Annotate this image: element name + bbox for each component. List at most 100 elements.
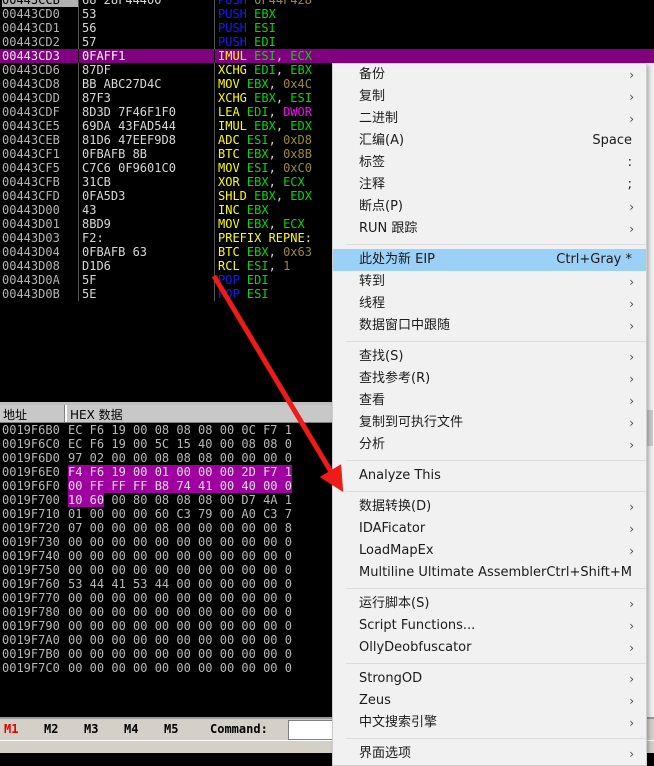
memory-address: 0019F760 [2, 577, 60, 591]
memory-bytes: 97 02 00 00 08 08 08 00 00 00 0 [68, 451, 292, 465]
disasm-token: EDI [246, 273, 269, 287]
menu-item-[interactable]: 备份 › [333, 64, 646, 86]
disasm-mnemonic: XOR EBX, ECX [218, 175, 305, 189]
chevron-right-icon: › [629, 297, 634, 311]
disasm-token: ECX [283, 217, 305, 231]
menu-item-[interactable]: 二进制 › [333, 108, 646, 130]
memory-bytes: 00 00 00 00 00 00 00 00 00 00 0 [68, 633, 292, 647]
column-divider [78, 7, 79, 21]
menu-item-multiline-ultimate-assembler[interactable]: Multiline Ultimate Assembler Ctrl+Shift+M [333, 562, 646, 584]
column-divider [78, 77, 79, 91]
disasm-row[interactable]: 00443CD2 57 PUSH EDI [0, 35, 654, 49]
memory-address: 0019F770 [2, 591, 60, 605]
disasm-mnemonic: RCL ESI, 1 [218, 259, 290, 273]
menu-item-[interactable]: 数据窗口中跟随 › [333, 315, 646, 337]
disasm-mnemonic: PREFIX REPNE: [218, 231, 312, 245]
memory-tab-m3[interactable]: M3 [84, 722, 98, 736]
disasm-token [240, 259, 247, 273]
menu-item-[interactable]: 界面选项 › [333, 743, 646, 765]
chevron-right-icon: › [629, 747, 634, 761]
menu-item-[interactable]: 标签: [333, 152, 646, 174]
disasm-token: EBX [254, 91, 276, 105]
menu-item-analyze-this[interactable]: Analyze This [333, 465, 646, 487]
disasm-mnemonic: MOV EBX, 0x4C [218, 77, 312, 91]
menu-item-[interactable]: 注释; [333, 174, 646, 196]
memory-bytes-selected: 10 60 [68, 493, 105, 507]
menu-item-label: OllyDeobfuscator [359, 640, 472, 655]
memory-address: 0019F710 [2, 507, 60, 521]
menu-item-s[interactable]: 运行脚本(S) › [333, 593, 646, 615]
menu-item-p[interactable]: 断点(P) › [333, 196, 646, 218]
menu-item-label: Multiline Ultimate Assembler [359, 565, 547, 580]
menu-item-s[interactable]: 查找(S) › [333, 346, 646, 368]
menu-item-d[interactable]: 数据转换(D) › [333, 496, 646, 518]
disasm-address: 00443D08 [2, 259, 60, 273]
memory-tab-m4[interactable]: M4 [124, 722, 138, 736]
menu-item-[interactable]: 查看 › [333, 390, 646, 412]
memory-address: 0019F6F0 [2, 479, 60, 493]
disasm-mnemonic: POP ESI [218, 287, 269, 301]
disasm-mnemonic: IMUL EBX, EDX [218, 119, 312, 133]
disasm-row[interactable]: 00443CCB 68 28F44400 PUSH 0F44F428 [0, 0, 654, 7]
menu-item-[interactable]: 线程 › [333, 293, 646, 315]
column-divider [214, 105, 215, 119]
memory-address: 0019F780 [2, 605, 60, 619]
disasm-row[interactable]: 00443CD1 56 PUSH ESI [0, 21, 654, 35]
disasm-token: ESI [246, 259, 269, 273]
disasm-address: 00443CE5 [2, 119, 60, 133]
chevron-right-icon: › [629, 544, 634, 558]
chevron-right-icon: › [629, 438, 634, 452]
menu-item-ollydeobfuscator[interactable]: OllyDeobfuscator › [333, 637, 646, 659]
context-menu[interactable]: 备份 › 复制 › 二进制 › 汇编(A) Space 标签: 注释; 断点(P) › RUN 跟踪 › 此… [332, 63, 647, 766]
menu-item-idaficator[interactable]: IDAFicator › [333, 518, 646, 540]
menu-item-a[interactable]: 汇编(A) Space [333, 130, 646, 152]
column-divider [214, 273, 215, 287]
disasm-token: ESI [254, 21, 276, 35]
memory-tab-m5[interactable]: M5 [164, 722, 178, 736]
column-divider [78, 259, 79, 273]
menu-item-r[interactable]: 查找参考(R) › [333, 368, 646, 390]
disasm-hexbytes: 87DF [82, 63, 111, 77]
disasm-token: POP [218, 273, 240, 287]
disasm-mnemonic: POP EDI [218, 273, 269, 287]
disasm-token: 1 [283, 259, 291, 273]
disasm-address: 00443D00 [2, 203, 60, 217]
memory-address: 0019F720 [2, 521, 60, 535]
menu-separator [346, 738, 646, 739]
column-divider [214, 21, 215, 35]
menu-item-[interactable]: 中文搜索引擎 › [333, 712, 646, 734]
column-divider [78, 175, 79, 189]
disasm-token: BTC [218, 147, 240, 161]
menu-item-[interactable]: 转到 › [333, 271, 646, 293]
disasm-row[interactable]: 00443CD3 0FAFF1 IMUL ESI, ECX [0, 49, 654, 63]
menu-item-[interactable]: 复制 › [333, 86, 646, 108]
memory-address: 0019F7A0 [2, 633, 60, 647]
memory-address: 0019F6C0 [2, 437, 60, 451]
memory-address: 0019F700 [2, 493, 60, 507]
disasm-token: EDI [254, 63, 276, 77]
menu-item-loadmapex[interactable]: LoadMapEx › [333, 540, 646, 562]
memory-tab-m1[interactable]: M1 [4, 722, 18, 736]
memory-bytes: 07 00 00 00 08 00 00 00 00 00 8 [68, 521, 292, 535]
menu-item-run[interactable]: RUN 跟踪 › [333, 218, 646, 240]
memory-bytes: 53 44 41 53 44 00 00 00 00 00 0 [68, 577, 292, 591]
menu-item-script-functions[interactable]: Script Functions... › [333, 615, 646, 637]
menu-item-eip[interactable]: 此处为新 EIP Ctrl+Gray * [333, 249, 646, 271]
memory-bytes: 00 00 00 00 00 00 00 00 00 00 0 [68, 563, 292, 577]
menu-item-zeus[interactable]: Zeus › [333, 690, 646, 712]
disasm-token: ESI [254, 49, 276, 63]
disasm-token [240, 273, 247, 287]
disasm-row[interactable]: 00443CD0 53 PUSH EBX [0, 7, 654, 21]
column-divider [214, 147, 215, 161]
column-header-address: 地址 [3, 408, 28, 422]
memory-tab-m2[interactable]: M2 [44, 722, 58, 736]
chevron-right-icon: › [629, 68, 634, 82]
disasm-token: RCL [218, 259, 240, 273]
memory-bytes: 00 00 00 00 00 00 00 00 00 00 0 [68, 605, 292, 619]
menu-item-[interactable]: 复制到可执行文件 › [333, 412, 646, 434]
disasm-token: , [268, 217, 284, 231]
column-divider [214, 77, 215, 91]
disasm-hexbytes: C7C6 0F9601C0 [82, 161, 176, 175]
menu-item-[interactable]: 分析 › [333, 434, 646, 456]
menu-item-strongod[interactable]: StrongOD › [333, 668, 646, 690]
